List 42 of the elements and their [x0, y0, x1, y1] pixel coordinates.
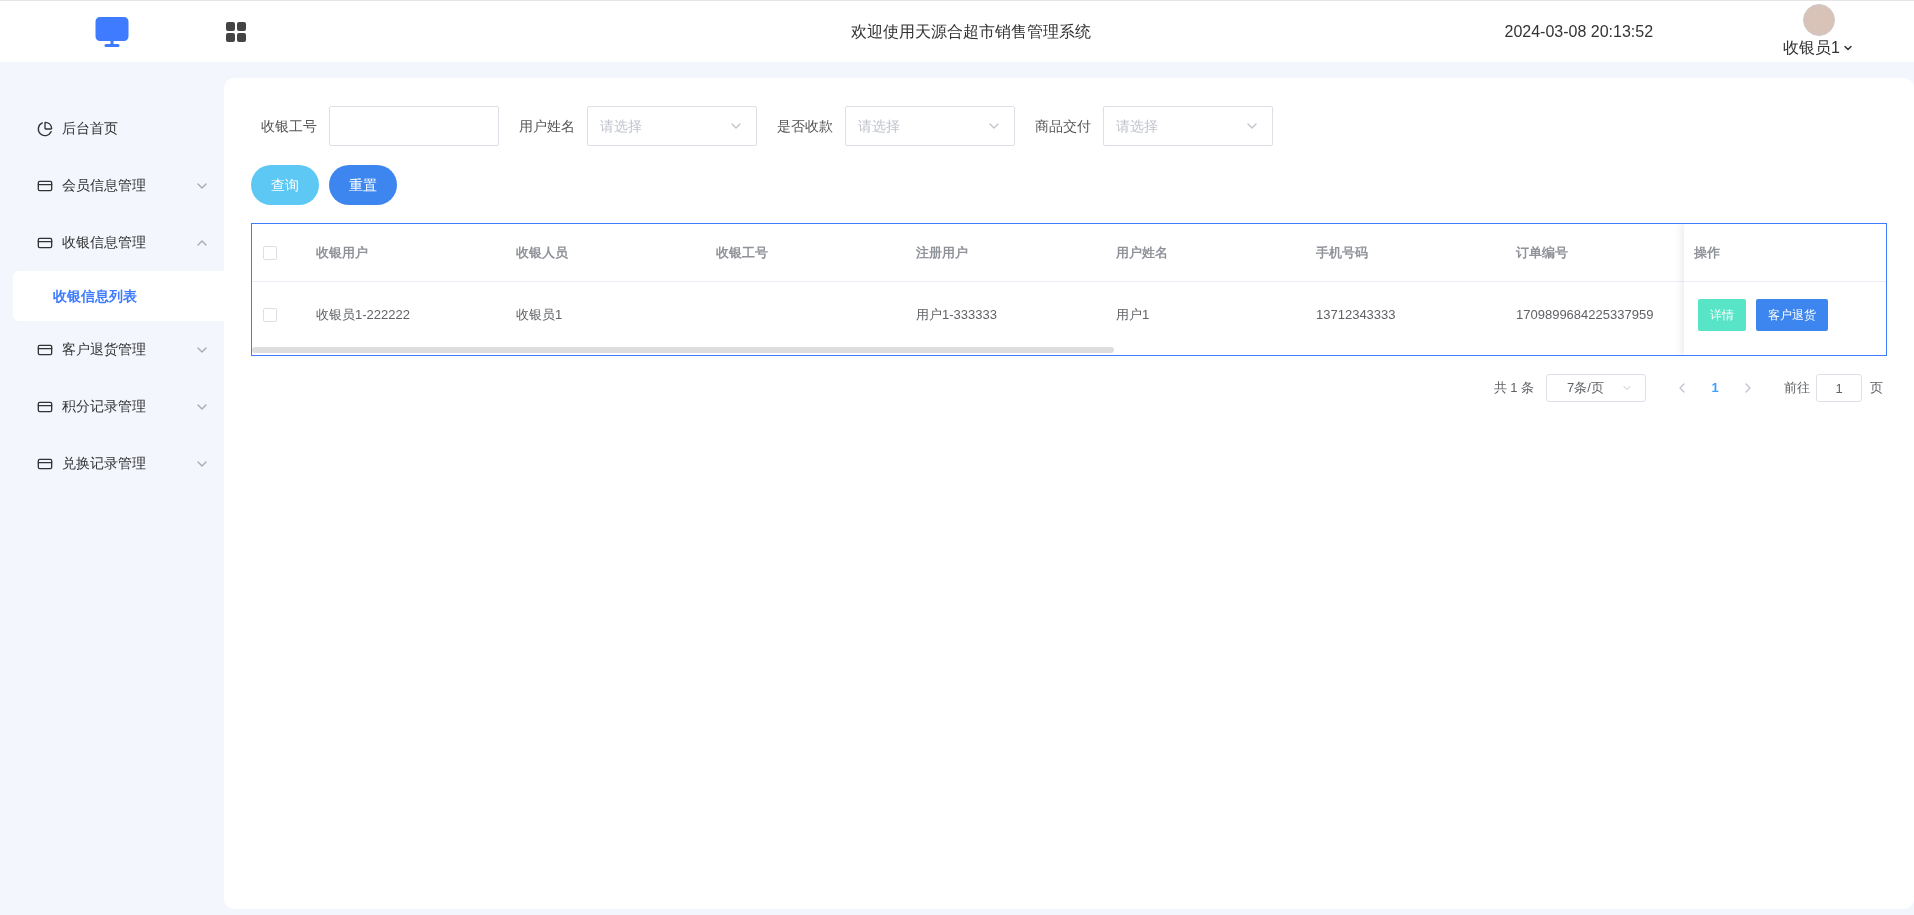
sidebar-item[interactable]: 收银信息管理: [13, 214, 224, 271]
table-cell: 用户1-333333: [916, 306, 997, 322]
filter-label: 是否收款: [777, 116, 833, 136]
column-header: 收银用户: [316, 244, 368, 260]
avatar[interactable]: [1802, 3, 1835, 36]
table-cell: 用户1: [1116, 306, 1150, 322]
filter-label: 商品交付: [1035, 116, 1091, 136]
page-input[interactable]: 1: [1816, 374, 1862, 402]
return-button[interactable]: 客户退货: [1756, 298, 1828, 331]
filter-label: 收银工号: [261, 116, 317, 136]
column-header: 用户姓名: [1116, 244, 1168, 260]
filter-label: 用户姓名: [519, 116, 575, 136]
goto-suffix: 页: [1870, 379, 1883, 398]
sidebar-item[interactable]: 积分记录管理: [13, 378, 224, 435]
column-header: 手机号码: [1316, 244, 1368, 260]
table-cell: 1709899684225337959: [1516, 306, 1654, 322]
system-title: 欢迎使用天源合超市销售管理系统: [851, 21, 1092, 42]
checkbox[interactable]: [263, 245, 277, 260]
sidebar-subitem[interactable]: 收银信息列表: [13, 271, 224, 321]
column-header: 收银工号: [716, 244, 768, 260]
column-header: 订单编号: [1516, 244, 1568, 260]
sidebar-item[interactable]: 会员信息管理: [13, 157, 224, 214]
table-cell: 收银员1-222222: [316, 306, 410, 322]
scrollbar[interactable]: [252, 347, 1114, 353]
reset-button[interactable]: 重置: [329, 165, 397, 205]
column-header: 操作: [1694, 243, 1720, 262]
table-cell: 13712343333: [1316, 306, 1396, 322]
column-header: 注册用户: [916, 244, 968, 260]
input-field[interactable]: [329, 106, 499, 146]
pie-chart-icon: [37, 120, 53, 137]
table-cell: 收银员1: [516, 306, 563, 322]
sidebar-item[interactable]: 后台首页: [13, 100, 224, 157]
user-menu[interactable]: 收银员1: [1783, 35, 1854, 60]
total-count: 共 1 条: [1493, 379, 1534, 398]
datetime: 2024-03-08 20:13:52: [1504, 21, 1654, 42]
grid-menu-icon[interactable]: [224, 19, 248, 44]
checkbox[interactable]: [263, 307, 277, 322]
goto-label: 前往: [1784, 379, 1810, 398]
sidebar-item[interactable]: 兑换记录管理: [13, 435, 224, 492]
column-header: 收银人员: [516, 244, 568, 260]
page-size-select[interactable]: 7条/页: [1546, 374, 1646, 402]
sidebar-item[interactable]: 客户退货管理: [13, 321, 224, 378]
